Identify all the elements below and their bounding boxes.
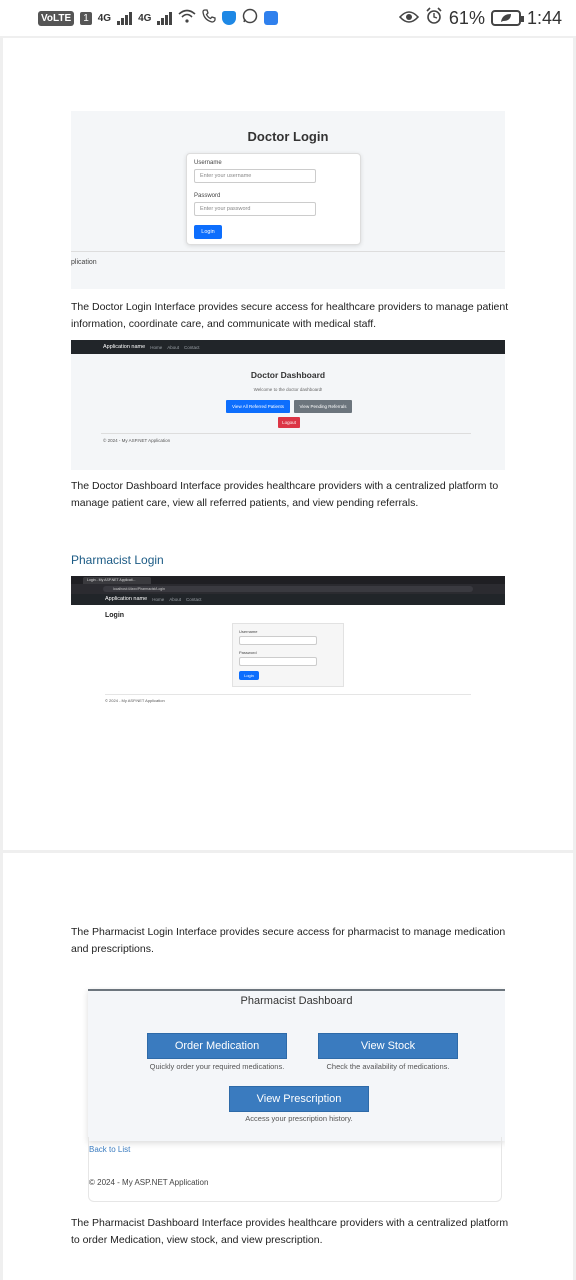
navbar: Application name Home About Contact [71, 594, 505, 605]
welcome-text: Welcome to the doctor dashboard! [253, 387, 323, 392]
view-stock-subtext: Check the availability of medications. [326, 1062, 450, 1071]
cloud-app-icon [264, 11, 279, 25]
nav-link-contact[interactable]: Contact [186, 597, 202, 602]
pharmacist-dashboard-title: Pharmacist Dashboard [240, 995, 353, 1007]
nav-link-about[interactable]: About [167, 345, 179, 350]
doctor-dashboard-caption: The Doctor Dashboard Interface provides … [71, 480, 499, 509]
pharmacist-dashboard-screenshot: Pharmacist Dashboard Order Medication Qu… [71, 987, 505, 1202]
phone-icon [202, 8, 217, 28]
doctor-dashboard-title: Doctor Dashboard [250, 370, 326, 380]
whatsapp-icon [242, 8, 258, 29]
browser-address-bar: localhost:44xxx/Pharmacist/Login [71, 584, 505, 594]
doctor-login-title: Doctor Login [247, 129, 329, 144]
volte-badge: VoLTE [38, 10, 75, 26]
divider [105, 694, 471, 695]
view-all-referred-button[interactable]: View All Referred Patients [226, 400, 290, 413]
username-label: Username [194, 160, 222, 166]
doctor-login-form: Username Enter your username Password En… [186, 153, 361, 245]
view-pending-button[interactable]: View Pending Referrals [294, 400, 352, 413]
doctor-login-screenshot: Doctor Login Username Enter your usernam… [71, 111, 505, 289]
username-input[interactable]: Enter your username [194, 169, 316, 183]
eye-icon [398, 8, 419, 29]
browser-tab-strip: Login - My ASP.NET Applicati... [71, 576, 505, 584]
signal-icon [117, 11, 133, 25]
wifi-icon [178, 8, 196, 28]
view-prescription-subtext: Access your prescription history. [245, 1114, 353, 1123]
username-label: Username [239, 629, 258, 634]
sim-badge: 1 [80, 11, 92, 25]
footer-text: © 2024 - My ASP.NET Application [103, 438, 171, 443]
nav-link-contact[interactable]: Contact [184, 345, 200, 350]
battery-icon [490, 10, 524, 26]
divider [71, 251, 505, 252]
password-label: Password [194, 193, 221, 199]
doctor-login-caption: The Doctor Login Interface provides secu… [71, 301, 509, 330]
view-prescription-button[interactable]: View Prescription [229, 1086, 369, 1112]
pharmacist-dashboard-caption: The Pharmacist Dashboard Interface provi… [71, 1217, 509, 1246]
url-field[interactable]: localhost:44xxx/Pharmacist/Login [103, 586, 473, 592]
username-input[interactable] [239, 636, 317, 645]
nav-link-home[interactable]: Home [152, 597, 164, 602]
signal-icon-2 [157, 11, 173, 25]
navbar: Application name Home About Contact [71, 340, 505, 354]
panel-outline [88, 1137, 502, 1202]
alarm-icon [425, 6, 443, 30]
status-bar: VoLTE 1 4G 4G 61% 1:44 [0, 0, 576, 36]
clock-time: 1:44 [526, 7, 562, 28]
shield-app-icon [222, 11, 237, 25]
content-card-1: Doctor Login Username Enter your usernam… [3, 38, 573, 850]
browser-tab[interactable]: Login - My ASP.NET Applicati... [83, 577, 151, 584]
divider [101, 433, 471, 434]
nav-link-home[interactable]: Home [150, 345, 162, 350]
network-type-2: 4G [138, 12, 152, 24]
password-label: Password [239, 650, 257, 655]
content-card-2: The Pharmacist Login Interface provides … [3, 853, 573, 1280]
order-medication-subtext: Quickly order your required medications. [149, 1062, 285, 1071]
footer-fragment: plication [71, 259, 97, 266]
logout-button[interactable]: Logout [278, 417, 300, 428]
pharmacist-login-screenshot: Login - My ASP.NET Applicati... localhos… [71, 576, 505, 758]
nav-link-about[interactable]: About [169, 597, 181, 602]
password-input[interactable] [239, 657, 317, 666]
battery-percent: 61% [448, 7, 485, 28]
doctor-dashboard-screenshot: Application name Home About Contact Doct… [71, 340, 505, 470]
pharmacist-login-heading: Pharmacist Login [71, 553, 164, 567]
order-medication-button[interactable]: Order Medication [147, 1033, 287, 1059]
pharmacist-login-form: Username Password Login [232, 623, 344, 687]
footer-text: © 2024 - My ASP.NET Application [89, 1178, 209, 1187]
network-type-1: 4G [97, 12, 112, 24]
nav-brand[interactable]: Application name [103, 344, 145, 350]
password-input[interactable]: Enter your password [194, 202, 316, 216]
view-stock-button[interactable]: View Stock [318, 1033, 458, 1059]
pharmacist-login-caption: The Pharmacist Login Interface provides … [71, 926, 506, 955]
login-button[interactable]: Login [239, 671, 259, 680]
footer-text: © 2024 - My ASP.NET Application [105, 698, 165, 703]
back-to-list-link[interactable]: Back to List [89, 1145, 130, 1154]
login-page-heading: Login [105, 612, 125, 619]
dashboard-panel: Pharmacist Dashboard Order Medication Qu… [88, 989, 505, 1141]
login-button[interactable]: Login [194, 225, 222, 239]
nav-brand[interactable]: Application name [105, 596, 147, 602]
